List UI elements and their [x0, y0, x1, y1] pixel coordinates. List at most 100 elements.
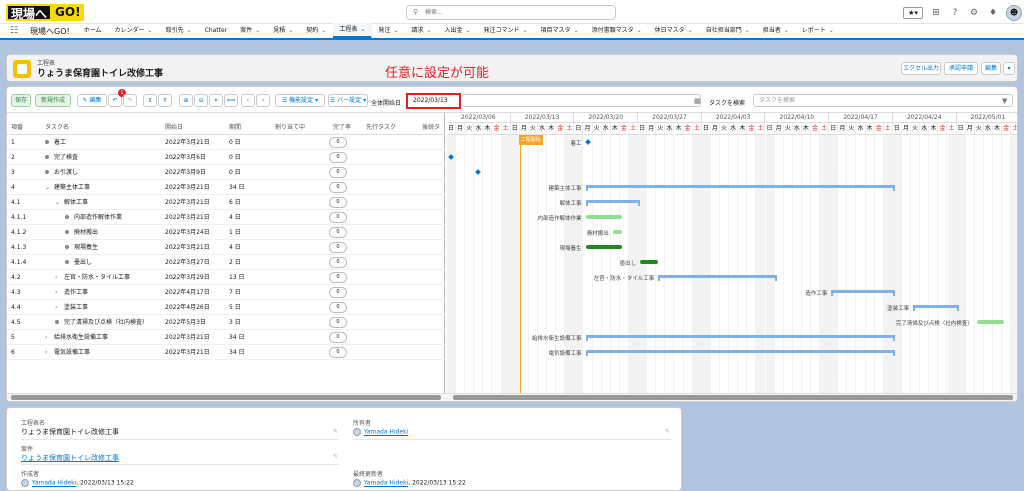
next-button[interactable]: ›: [256, 94, 270, 107]
summary-bar[interactable]: [585, 200, 641, 206]
edit-pencil-icon[interactable]: ✎: [333, 428, 338, 435]
chevron-down-icon[interactable]: ⌄: [393, 23, 398, 39]
shrink-button[interactable]: ⟺: [224, 94, 238, 107]
chevron-down-icon[interactable]: ⌄: [255, 23, 260, 39]
nav-tab[interactable]: レポート ⌄: [796, 23, 841, 39]
fit-button[interactable]: ⌖: [209, 94, 223, 107]
chevron-down-icon[interactable]: ⌄: [288, 23, 293, 39]
nav-tab[interactable]: 契約 ⌄: [300, 23, 333, 39]
chart-scroll-thumb[interactable]: [453, 395, 1013, 400]
nav-tab[interactable]: 発注 ⌄: [372, 23, 405, 39]
horizontal-scrollbar[interactable]: [7, 393, 1017, 401]
percent-complete[interactable]: 0: [329, 167, 347, 178]
nav-tab[interactable]: 担当者 ⌄: [757, 23, 796, 39]
col-percent[interactable]: 完了率: [333, 122, 351, 131]
grid-scroll-thumb[interactable]: [11, 395, 441, 400]
edit-pencil-icon[interactable]: ✎: [665, 428, 670, 435]
col-predecessor[interactable]: 先行タスク: [366, 122, 396, 131]
nav-tab[interactable]: 発注コマンド ⌄: [478, 23, 535, 39]
chevron-down-icon[interactable]: ⌄: [426, 23, 431, 39]
summary-bar[interactable]: [585, 350, 896, 356]
help-icon[interactable]: ?: [949, 7, 961, 19]
chevron-down-icon[interactable]: ⌄: [688, 23, 693, 39]
percent-complete[interactable]: 0: [329, 197, 347, 208]
chevron-down-icon[interactable]: ⌄: [523, 23, 528, 39]
nav-tab[interactable]: 自社担当部門 ⌄: [700, 23, 757, 39]
percent-complete[interactable]: 0: [329, 182, 347, 193]
summary-bar[interactable]: [585, 335, 896, 341]
chevron-down-icon[interactable]: ⌄: [187, 23, 192, 39]
global-search-input[interactable]: ⚲ 検索...: [406, 5, 616, 20]
col-task-name[interactable]: タスク名: [45, 122, 69, 131]
nav-tab[interactable]: 見積 ⌄: [267, 23, 300, 39]
start-date-input[interactable]: 2022/03/13: [406, 93, 461, 109]
chevron-down-icon[interactable]: ⌄: [574, 23, 579, 39]
table-row[interactable]: 4.5 完了清掃及び点検（社内検査） 2022年5月3日 3 日 0: [7, 315, 445, 330]
owner-link[interactable]: Yamada Hideki: [353, 428, 408, 436]
col-start[interactable]: 開始日: [165, 122, 183, 131]
percent-complete[interactable]: 0: [329, 212, 347, 223]
table-row[interactable]: 5 › 給排水衛生設備工事 2022年3月21日 34 日 0: [7, 330, 445, 345]
percent-complete[interactable]: 0: [329, 242, 347, 253]
filter-icon[interactable]: ▼: [1002, 97, 1007, 105]
table-row[interactable]: 3 お引渡し 2022年3月9日 0 日 0: [7, 165, 445, 180]
new-button[interactable]: 新規作成: [35, 94, 71, 107]
created-by-link[interactable]: Yamada Hideki: [32, 480, 76, 487]
task-bar[interactable]: [976, 320, 1005, 324]
prev-button[interactable]: ‹: [241, 94, 255, 107]
table-row[interactable]: 4.4 › 塗装工事 2022年4月26日 5 日 0: [7, 300, 445, 315]
nav-tab[interactable]: 案件 ⌄: [234, 23, 267, 39]
percent-complete[interactable]: 0: [329, 332, 347, 343]
chevron-down-icon[interactable]: ⌄: [745, 23, 750, 39]
percent-complete[interactable]: 0: [329, 227, 347, 238]
bell-icon[interactable]: ♦: [987, 7, 999, 19]
calendar-icon[interactable]: ▦: [694, 97, 701, 105]
function-settings-button[interactable]: ☰ 機能設定 ▾: [275, 94, 325, 107]
col-duration[interactable]: 期間: [229, 122, 241, 131]
app-logo[interactable]: 現場へ GO!: [6, 4, 98, 21]
table-row[interactable]: 4.1.2 廃材搬出 2022年3月24日 1 日 0: [7, 225, 445, 240]
favorites-button[interactable]: ★▾: [903, 7, 923, 19]
chevron-right-icon[interactable]: ›: [55, 270, 57, 285]
table-row[interactable]: 4.1.4 墨出し 2022年3月27日 2 日 0: [7, 255, 445, 270]
nav-tab[interactable]: 添付書類マスタ ⌄: [586, 23, 649, 39]
table-row[interactable]: 4.3 › 造作工事 2022年4月17日 7 日 0: [7, 285, 445, 300]
nav-tab[interactable]: ホーム: [78, 23, 109, 39]
edit-record-button[interactable]: 編集: [981, 62, 1001, 75]
task-search-input[interactable]: タスクを検索: [753, 94, 1013, 107]
summary-bar[interactable]: [913, 305, 959, 311]
last-modified-link[interactable]: Yamada Hideki: [364, 480, 408, 487]
collapse-all-button[interactable]: ⇑: [158, 94, 172, 107]
more-actions-button[interactable]: ▾: [1003, 62, 1015, 75]
percent-complete[interactable]: 0: [329, 287, 347, 298]
save-button[interactable]: 保存: [11, 94, 31, 107]
chevron-down-icon[interactable]: ⌄: [465, 23, 470, 39]
zoom-out-button[interactable]: ⊖: [194, 94, 208, 107]
summary-bar[interactable]: [585, 185, 896, 191]
project-link[interactable]: りょうま保育園トイレ改修工事: [21, 453, 119, 463]
chevron-down-icon[interactable]: ⌄: [784, 23, 789, 39]
expand-all-button[interactable]: ⇕: [143, 94, 157, 107]
redo-button[interactable]: ↷: [123, 94, 137, 107]
edit-button[interactable]: ✎ 編集: [77, 94, 107, 107]
start-date-field[interactable]: [461, 94, 701, 107]
add-icon[interactable]: ⊞: [930, 7, 942, 19]
nav-tab[interactable]: 工程表 ⌄: [333, 23, 373, 39]
nav-tab[interactable]: 項目マスタ ⌄: [535, 23, 586, 39]
nav-tab[interactable]: 入出金 ⌄: [438, 23, 477, 39]
excel-export-button[interactable]: エクセル出力: [901, 62, 941, 75]
col-successor[interactable]: 後続タ: [422, 122, 440, 131]
summary-bar[interactable]: [831, 290, 895, 296]
chevron-down-icon[interactable]: ⌄: [45, 180, 50, 195]
col-assigned[interactable]: 割り当て中: [275, 122, 305, 131]
nav-tab[interactable]: Chatter: [199, 23, 235, 39]
bar-settings-button[interactable]: ☰ バー設定 ▾: [328, 94, 368, 107]
app-launcher-icon[interactable]: ☷: [10, 26, 26, 36]
percent-complete[interactable]: 0: [329, 317, 347, 328]
table-row[interactable]: 4.1 ⌄ 解体工事 2022年3月21日 6 日 0: [7, 195, 445, 210]
percent-complete[interactable]: 0: [329, 137, 347, 148]
table-row[interactable]: 4.1.1 内部造作解体作業 2022年3月21日 4 日 0: [7, 210, 445, 225]
col-no[interactable]: 項番: [11, 122, 23, 131]
table-row[interactable]: 6 › 電気設備工事 2022年3月21日 34 日 0: [7, 345, 445, 360]
chevron-down-icon[interactable]: ⌄: [148, 23, 153, 39]
